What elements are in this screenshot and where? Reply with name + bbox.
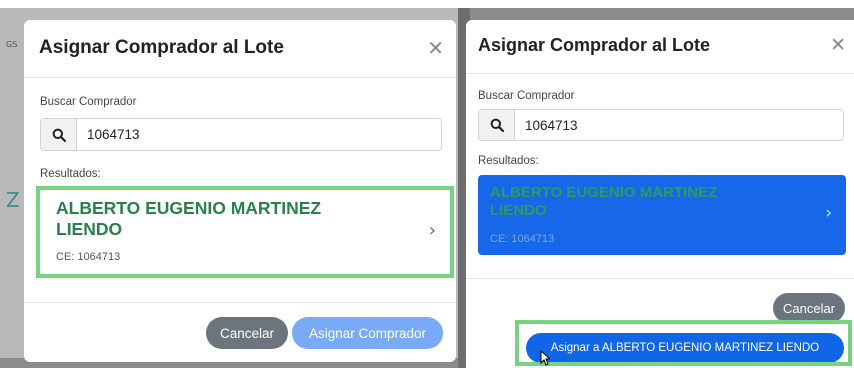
result-item-selected[interactable]: ALBERTO EUGENIO MARTINEZ LIENDO CE: 1064… bbox=[478, 175, 846, 255]
modal-footer-divider bbox=[24, 302, 456, 303]
chevron-right-icon: › bbox=[825, 203, 832, 223]
background-text-fragment: Z bbox=[6, 188, 20, 212]
result-name: ALBERTO EUGENIO MARTINEZ LIENDO bbox=[490, 184, 718, 219]
result-ce: CE: 1064713 bbox=[56, 251, 121, 263]
modal-header: Asignar Comprador al Lote ✕ bbox=[466, 20, 854, 74]
modal-title: Asignar Comprador al Lote bbox=[39, 37, 284, 58]
search-icon bbox=[479, 110, 515, 140]
search-label: Buscar Comprador bbox=[40, 96, 137, 108]
search-field[interactable] bbox=[40, 118, 442, 151]
close-icon[interactable]: ✕ bbox=[427, 36, 444, 60]
search-field[interactable] bbox=[478, 109, 844, 141]
modal-footer-divider bbox=[466, 278, 854, 279]
result-name: ALBERTO EUGENIO MARTINEZ LIENDO bbox=[56, 198, 322, 239]
cancel-button[interactable]: Cancelar bbox=[773, 293, 845, 323]
background-text-fragment: GS bbox=[6, 40, 18, 49]
assign-buyer-button[interactable]: Asignar Comprador bbox=[292, 317, 443, 349]
results-label: Resultados: bbox=[40, 168, 101, 180]
modal-header: Asignar Comprador al Lote ✕ bbox=[24, 20, 456, 78]
assign-buyer-modal-selected: Asignar Comprador al Lote ✕ Buscar Compr… bbox=[466, 20, 854, 368]
close-icon[interactable]: ✕ bbox=[830, 34, 846, 56]
result-ce: CE: 1064713 bbox=[490, 233, 555, 245]
results-label: Resultados: bbox=[478, 155, 539, 167]
search-label: Buscar Comprador bbox=[478, 90, 575, 102]
search-icon bbox=[41, 119, 77, 150]
assign-selected-buyer-button[interactable]: Asignar a ALBERTO EUGENIO MARTINEZ LIEND… bbox=[526, 333, 844, 363]
cancel-button[interactable]: Cancelar bbox=[206, 317, 288, 349]
search-input[interactable] bbox=[516, 110, 843, 140]
assign-buyer-modal: Asignar Comprador al Lote ✕ Buscar Compr… bbox=[24, 20, 456, 362]
search-input[interactable] bbox=[78, 119, 441, 150]
mouse-pointer-icon bbox=[540, 350, 550, 366]
chevron-right-icon: › bbox=[428, 220, 436, 241]
result-item[interactable]: ALBERTO EUGENIO MARTINEZ LIENDO CE: 1064… bbox=[40, 190, 452, 276]
modal-title: Asignar Comprador al Lote bbox=[478, 35, 711, 55]
